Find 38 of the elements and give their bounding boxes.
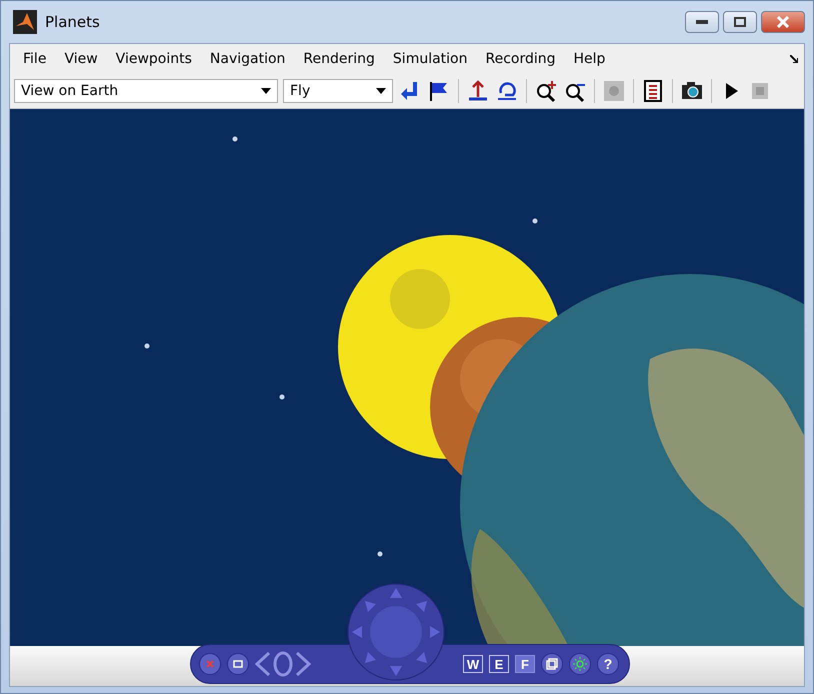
clipboard-list-icon[interactable] xyxy=(641,79,665,103)
view-mode-button[interactable]: W xyxy=(463,655,483,673)
sun-icon xyxy=(573,657,587,671)
menu-item[interactable]: Recording xyxy=(476,48,565,70)
maximize-icon xyxy=(734,17,746,27)
zoom-in-icon[interactable] xyxy=(534,79,558,103)
headlight-button[interactable] xyxy=(569,653,591,675)
help-button[interactable]: ? xyxy=(597,653,619,675)
menu-item[interactable]: View xyxy=(55,48,107,70)
menu-item[interactable]: Navigation xyxy=(200,48,294,70)
dropdown-caret-icon xyxy=(376,88,386,94)
window-icon xyxy=(233,660,243,668)
menu-item[interactable]: Help xyxy=(564,48,614,70)
minimize-button[interactable] xyxy=(685,11,719,33)
close-viewer-button[interactable] xyxy=(199,653,221,675)
navigation-mode-dropdown[interactable]: Fly xyxy=(283,79,393,103)
navigation-wheel-icon[interactable] xyxy=(346,582,446,682)
app-logo-icon xyxy=(13,10,37,34)
viewpoint-dropdown[interactable]: View on Earth xyxy=(14,79,278,103)
menu-item[interactable]: Viewpoints xyxy=(106,48,201,70)
window-button[interactable] xyxy=(227,653,249,675)
menu-item[interactable]: Rendering xyxy=(294,48,384,70)
view-mode-button[interactable]: E xyxy=(489,655,509,673)
overlapping-squares-icon xyxy=(546,658,558,670)
minimize-icon xyxy=(696,20,708,24)
close-button[interactable] xyxy=(761,11,805,33)
menu-item[interactable]: File xyxy=(14,48,56,70)
window-title: Planets xyxy=(45,13,100,31)
view-mode-button[interactable]: F xyxy=(515,655,535,673)
menu-item[interactable]: Simulation xyxy=(384,48,476,70)
maximize-button[interactable] xyxy=(723,11,757,33)
straighten-button[interactable] xyxy=(541,653,563,675)
corner-arrow-icon[interactable] xyxy=(790,55,798,63)
dropdown-caret-icon xyxy=(261,88,271,94)
close-icon xyxy=(777,16,789,28)
previous-next-viewpoint-icon[interactable] xyxy=(255,651,311,677)
straighten-up-icon[interactable] xyxy=(466,79,490,103)
close-icon xyxy=(206,660,214,668)
